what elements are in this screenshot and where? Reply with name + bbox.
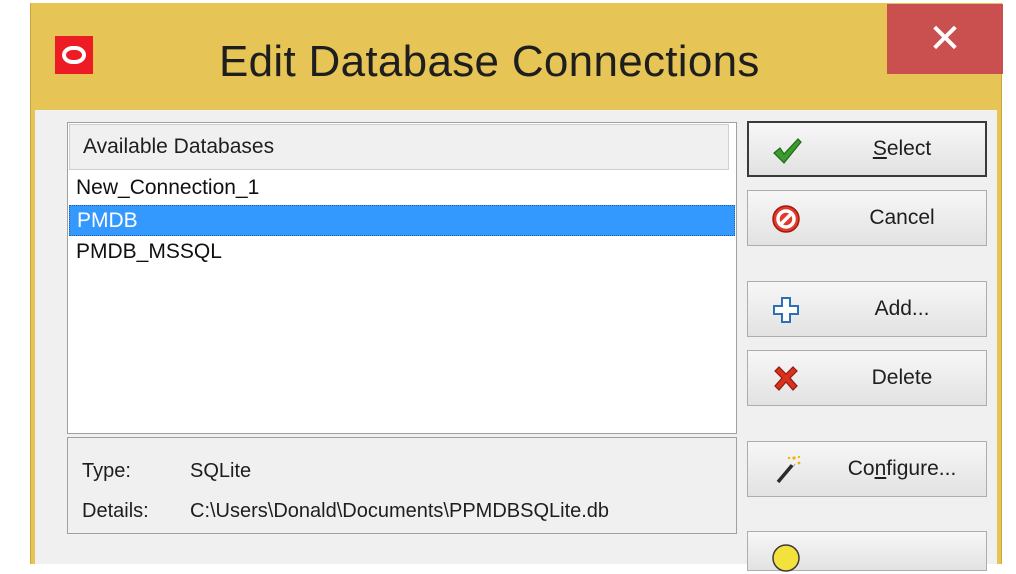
details-value: C:\Users\Donald\Documents\PPMDBSQLite.db bbox=[190, 500, 610, 522]
list-item-new-connection-1[interactable]: New_Connection_1 bbox=[69, 173, 735, 204]
dialog-body: Available Databases New_Connection_1 PMD… bbox=[35, 110, 997, 572]
list-item-pmdb-mssql[interactable]: PMDB_MSSQL bbox=[69, 237, 735, 268]
list-column-header[interactable]: Available Databases bbox=[69, 124, 729, 170]
checkmark-icon bbox=[773, 138, 802, 164]
delete-button[interactable]: Delete bbox=[747, 350, 987, 406]
red-x-icon bbox=[774, 366, 798, 391]
window-title: Edit Database Connections bbox=[219, 37, 760, 86]
add-button[interactable]: Add... bbox=[747, 281, 987, 337]
type-value: SQLite bbox=[190, 460, 252, 482]
connection-info-panel: Type: SQLite Details: C:\Users\Donald\Do… bbox=[67, 437, 737, 534]
no-entry-icon bbox=[772, 205, 800, 233]
add-button-label: Add... bbox=[874, 297, 930, 320]
select-button[interactable]: Select bbox=[747, 121, 987, 177]
details-label: Details: bbox=[82, 500, 149, 522]
database-list[interactable]: Available Databases New_Connection_1 PMD… bbox=[67, 122, 737, 434]
magic-wand-icon bbox=[776, 455, 801, 484]
configure-button-label: Co n figure... bbox=[847, 457, 957, 480]
partial-button[interactable] bbox=[747, 531, 987, 572]
select-button-label: Select bbox=[872, 137, 932, 160]
type-label: Type: bbox=[82, 460, 131, 482]
yellow-circle-icon bbox=[772, 544, 800, 572]
list-item-pmdb[interactable]: PMDB bbox=[69, 205, 735, 236]
cancel-button-label: Cancel bbox=[869, 206, 935, 229]
dialog-window: Edit Database Connections ✕ Available Da… bbox=[30, 3, 1003, 572]
plus-outline-icon bbox=[773, 297, 799, 323]
delete-button-label: Delete bbox=[871, 366, 933, 389]
configure-button[interactable]: Co n figure... bbox=[747, 441, 987, 497]
oracle-logo-icon bbox=[55, 36, 93, 74]
close-button[interactable]: ✕ bbox=[887, 4, 1003, 74]
cancel-button[interactable]: Cancel bbox=[747, 190, 987, 246]
